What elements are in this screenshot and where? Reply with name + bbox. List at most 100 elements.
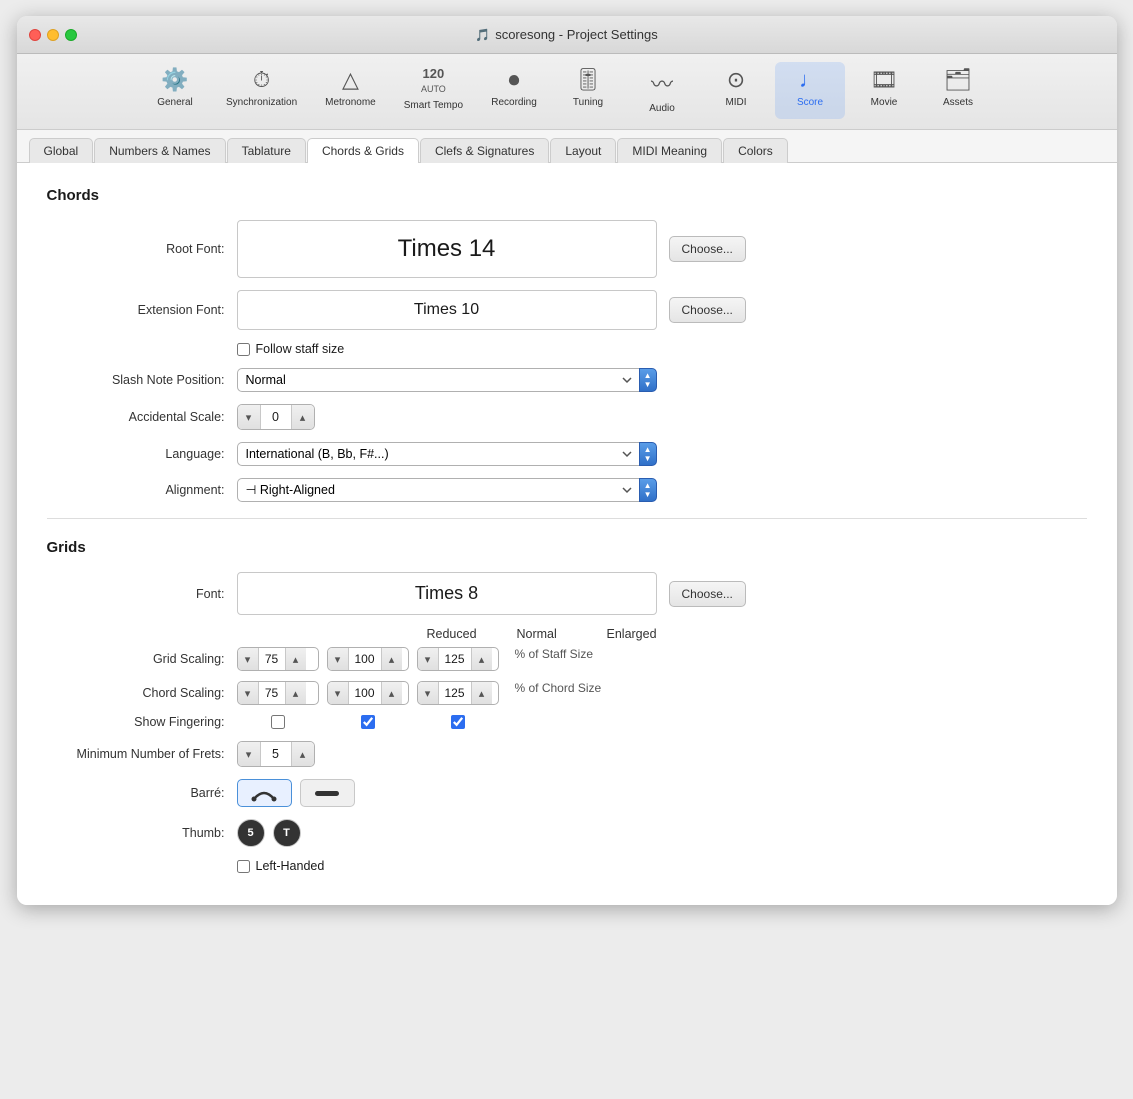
toolbar-item-smart-tempo[interactable]: 120AUTO Smart Tempo: [392, 62, 475, 119]
alignment-label: Alignment:: [47, 483, 237, 497]
tab-chords-grids[interactable]: Chords & Grids: [307, 138, 419, 163]
toolbar-item-metronome[interactable]: △ Metronome: [313, 62, 388, 119]
grid-scaling-normal-stepper: ▾ 100 ▴: [327, 647, 409, 671]
tab-global[interactable]: Global: [29, 138, 94, 163]
grid-scaling-reduced-decrement[interactable]: ▾: [238, 648, 258, 670]
tuning-icon: 🎚: [574, 67, 602, 93]
toolbar-item-recording[interactable]: ⏺ Recording: [479, 62, 549, 119]
minimize-button[interactable]: [47, 29, 59, 41]
tab-layout[interactable]: Layout: [550, 138, 616, 163]
metronome-icon: △: [342, 67, 359, 93]
chord-scaling-normal-decrement[interactable]: ▾: [328, 682, 348, 704]
barre-options: [237, 779, 355, 807]
tab-numbers-names[interactable]: Numbers & Names: [94, 138, 225, 163]
left-handed-row: Left-Handed: [237, 859, 1087, 873]
gear-icon: ⚙️: [161, 67, 188, 93]
chords-section-title: Chords: [47, 187, 1087, 204]
tab-clefs-signatures[interactable]: Clefs & Signatures: [420, 138, 549, 163]
min-frets-stepper: ▾ 5 ▴: [237, 741, 315, 767]
show-fingering-label: Show Fingering:: [47, 715, 237, 729]
toolbar-item-movie[interactable]: 🎞 Movie: [849, 62, 919, 119]
thumb-label: Thumb:: [47, 826, 237, 840]
grid-scaling-normal-decrement[interactable]: ▾: [328, 648, 348, 670]
min-frets-increment[interactable]: ▴: [292, 742, 314, 766]
barre-option-arc[interactable]: [237, 779, 292, 807]
chord-scaling-reduced-value: 75: [258, 682, 286, 704]
slash-note-arrows[interactable]: ▲ ▼: [639, 368, 657, 392]
toolbar-item-score[interactable]: ♩ Score: [775, 62, 845, 119]
follow-staff-size-row: Follow staff size: [237, 342, 1087, 356]
chord-scaling-enlarged-stepper: ▾ 125 ▴: [417, 681, 499, 705]
toolbar-label-metronome: Metronome: [325, 97, 376, 108]
toolbar-item-midi[interactable]: ⊙ MIDI: [701, 62, 771, 119]
extension-font-choose-button[interactable]: Choose...: [669, 297, 746, 323]
alignment-select[interactable]: ⊣ Right-Aligned Left-Aligned Centered: [237, 478, 639, 502]
tab-tablature[interactable]: Tablature: [227, 138, 306, 163]
chord-scaling-enlarged-increment[interactable]: ▴: [472, 682, 492, 704]
scaling-header-enlarged: Enlarged: [607, 627, 697, 641]
grid-scaling-enlarged-decrement[interactable]: ▾: [418, 648, 438, 670]
chord-scaling-cols: ▾ 75 ▴ ▾ 100 ▴ ▾ 125 ▴ % of Chord Size: [237, 681, 602, 705]
toolbar-label-movie: Movie: [871, 97, 898, 108]
grid-scaling-label: Grid Scaling:: [47, 652, 237, 666]
toolbar-item-assets[interactable]: 🗂 Assets: [923, 62, 993, 119]
thumb-option-5[interactable]: 5: [237, 819, 265, 847]
thumb-option-t[interactable]: T: [273, 819, 301, 847]
section-divider: [47, 518, 1087, 519]
tab-colors[interactable]: Colors: [723, 138, 788, 163]
root-font-choose-button[interactable]: Choose...: [669, 236, 746, 262]
grid-scaling-normal-increment[interactable]: ▴: [382, 648, 402, 670]
slash-note-position-select[interactable]: Normal Above Below: [237, 368, 639, 392]
chord-scaling-enlarged-decrement[interactable]: ▾: [418, 682, 438, 704]
chord-scaling-reduced-stepper: ▾ 75 ▴: [237, 681, 319, 705]
toolbar-label-midi: MIDI: [725, 97, 746, 108]
grids-font-label: Font:: [47, 587, 237, 601]
toolbar-item-tuning[interactable]: 🎚 Tuning: [553, 62, 623, 119]
grid-scaling-enlarged-increment[interactable]: ▴: [472, 648, 492, 670]
min-frets-decrement[interactable]: ▾: [238, 742, 260, 766]
chord-scaling-row: Chord Scaling: ▾ 75 ▴ ▾ 100 ▴ ▾ 125 ▴ % …: [47, 681, 1087, 705]
score-icon: ♩: [799, 67, 821, 93]
min-frets-row: Minimum Number of Frets: ▾ 5 ▴: [47, 741, 1087, 767]
left-handed-label: Left-Handed: [256, 859, 325, 873]
left-handed-checkbox[interactable]: [237, 860, 250, 873]
toolbar-item-synchronization[interactable]: ⏱ Synchronization: [214, 62, 309, 119]
tabs-bar: Global Numbers & Names Tablature Chords …: [17, 130, 1117, 163]
accidental-scale-increment[interactable]: ▴: [292, 405, 314, 429]
follow-staff-size-checkbox[interactable]: [237, 343, 250, 356]
extension-font-label: Extension Font:: [47, 303, 237, 317]
tab-midi-meaning[interactable]: MIDI Meaning: [617, 138, 722, 163]
barre-label: Barré:: [47, 786, 237, 800]
scaling-header-reduced: Reduced: [427, 627, 517, 641]
grid-scaling-row: Grid Scaling: ▾ 75 ▴ ▾ 100 ▴ ▾ 125 ▴ % o…: [47, 647, 1087, 671]
show-fingering-enlarged-checkbox[interactable]: [451, 715, 465, 729]
toolbar-item-general[interactable]: ⚙️ General: [140, 62, 210, 119]
alignment-select-wrapper: ⊣ Right-Aligned Left-Aligned Centered ▲ …: [237, 478, 657, 502]
maximize-button[interactable]: [65, 29, 77, 41]
sync-icon: ⏱: [253, 67, 270, 93]
toolbar-label-tuning: Tuning: [573, 97, 603, 108]
grids-font-choose-button[interactable]: Choose...: [669, 581, 746, 607]
title-icon: 🎵: [475, 28, 490, 42]
show-fingering-normal-checkbox[interactable]: [361, 715, 375, 729]
chord-scaling-reduced-increment[interactable]: ▴: [286, 682, 306, 704]
barre-option-bar[interactable]: [300, 779, 355, 807]
close-button[interactable]: [29, 29, 41, 41]
recording-icon: ⏺: [509, 67, 520, 93]
barre-row: Barré:: [47, 779, 1087, 807]
language-select[interactable]: International (B, Bb, F#...) German (H, …: [237, 442, 639, 466]
content-area: Chords Root Font: Times 14 Choose... Ext…: [17, 163, 1117, 905]
alignment-arrows[interactable]: ▲ ▼: [639, 478, 657, 502]
show-fingering-reduced-checkbox[interactable]: [271, 715, 285, 729]
grid-scaling-reduced-increment[interactable]: ▴: [286, 648, 306, 670]
language-arrows[interactable]: ▲ ▼: [639, 442, 657, 466]
chord-scaling-normal-increment[interactable]: ▴: [382, 682, 402, 704]
thumb-options: 5 T: [237, 819, 301, 847]
toolbar-item-audio[interactable]: 〰 Audio: [627, 62, 697, 119]
accidental-scale-decrement[interactable]: ▾: [238, 405, 260, 429]
extension-font-row: Extension Font: Times 10 Choose...: [47, 290, 1087, 330]
chord-scaling-reduced-decrement[interactable]: ▾: [238, 682, 258, 704]
chord-scaling-suffix: % of Chord Size: [515, 681, 602, 705]
slash-note-position-label: Slash Note Position:: [47, 373, 237, 387]
midi-icon: ⊙: [727, 67, 745, 93]
